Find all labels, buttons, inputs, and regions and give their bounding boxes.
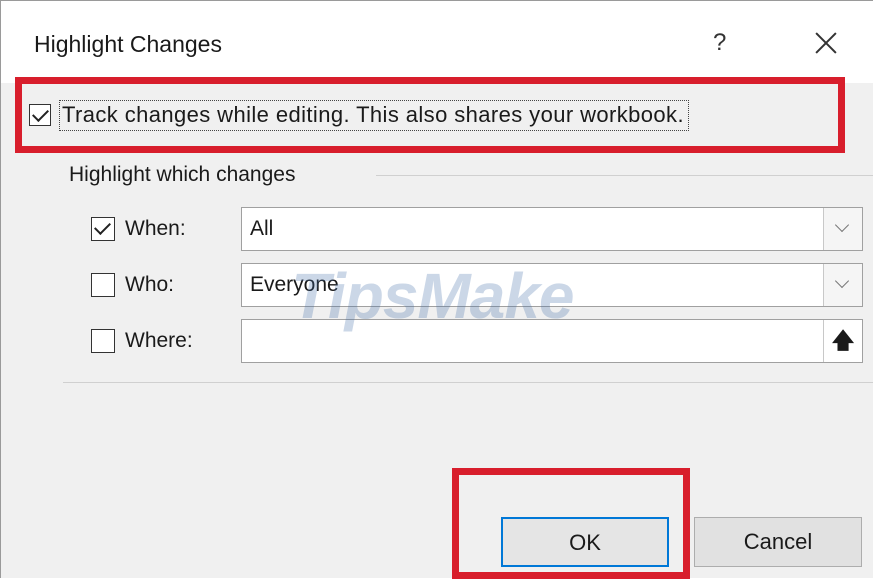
group-title: Highlight which changes <box>69 163 302 187</box>
highlight-changes-dialog: Highlight Changes ? Track changes while … <box>0 0 873 579</box>
highlight-box-track-changes <box>15 77 845 153</box>
where-label[interactable]: Where: <box>125 329 193 353</box>
close-icon[interactable] <box>806 23 846 63</box>
group-divider-top <box>376 175 873 176</box>
who-label[interactable]: Who: <box>125 273 174 297</box>
when-checkbox[interactable] <box>91 217 115 241</box>
range-selector-icon[interactable]: 🡅 <box>823 320 862 362</box>
when-value: All <box>250 217 274 240</box>
highlight-box-ok <box>452 468 690 579</box>
cancel-button[interactable]: Cancel <box>694 517 862 567</box>
where-row: Where: <box>91 319 193 363</box>
when-label[interactable]: When: <box>125 217 186 241</box>
when-row: When: <box>91 207 186 251</box>
chevron-down-icon[interactable] <box>823 208 862 250</box>
watermark-logo: TipsMake <box>291 260 574 332</box>
who-checkbox[interactable] <box>91 273 115 297</box>
when-dropdown[interactable]: All <box>241 207 863 251</box>
dialog-title: Highlight Changes <box>34 31 222 57</box>
where-checkbox[interactable] <box>91 329 115 353</box>
who-row: Who: <box>91 263 174 307</box>
help-button[interactable]: ? <box>713 29 726 57</box>
title-bar: Highlight Changes ? <box>1 1 873 83</box>
group-divider-bottom <box>63 382 873 383</box>
chevron-down-icon[interactable] <box>823 264 862 306</box>
